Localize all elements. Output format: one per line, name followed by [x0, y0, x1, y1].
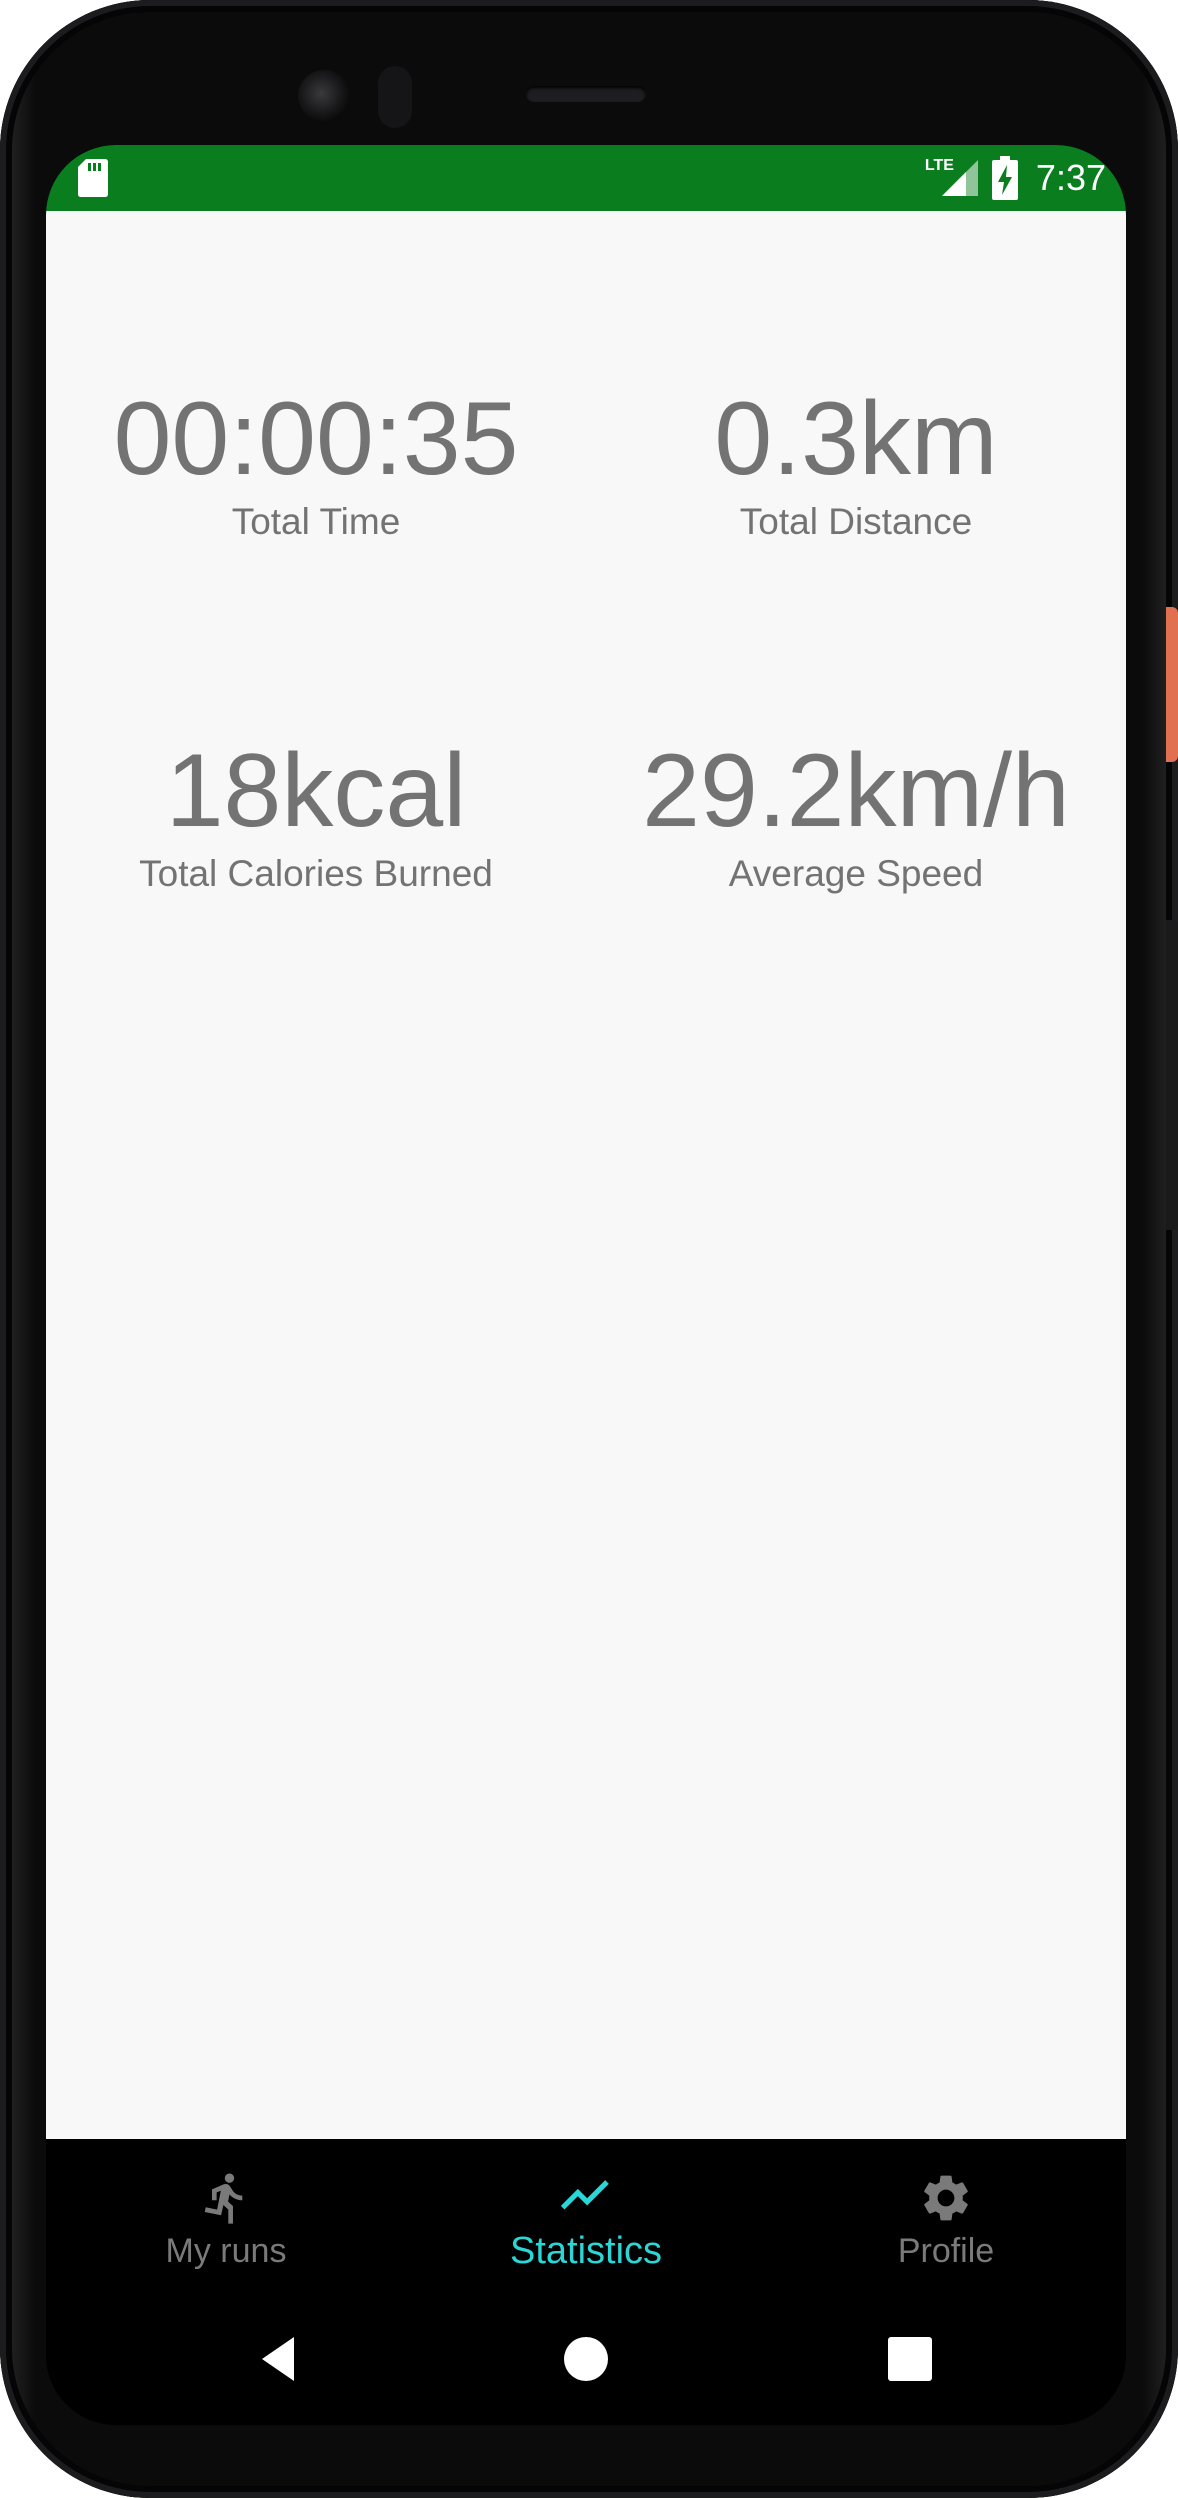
- screen: LTE 7:37 00:00:35 Total Time 0.3km Total…: [46, 145, 1126, 2425]
- running-person-icon: [204, 2172, 243, 2224]
- stat-total-calories: 18kcal Total Calories Burned: [46, 731, 586, 897]
- front-camera: [298, 70, 350, 122]
- gear-icon: [924, 2175, 968, 2220]
- stat-average-speed: 29.2km/h Average Speed: [586, 731, 1126, 897]
- home-icon[interactable]: [556, 2329, 616, 2389]
- stat-value: 0.3km: [714, 381, 998, 497]
- proximity-sensor: [378, 66, 412, 128]
- stat-label: Total Calories Burned: [139, 853, 493, 894]
- sd-card-icon: [78, 159, 108, 197]
- volume-button: [1166, 920, 1178, 1230]
- network-type: LTE: [924, 157, 954, 174]
- status-bar: LTE 7:37: [46, 145, 1126, 211]
- nav-label: Statistics: [509, 2229, 663, 2272]
- recent-apps-icon[interactable]: [880, 2329, 940, 2389]
- stat-label: Total Time: [231, 501, 401, 542]
- stat-total-time: 00:00:35 Total Time: [46, 379, 586, 545]
- stat-value: 18kcal: [165, 733, 467, 849]
- stat-value: 29.2km/h: [642, 733, 1070, 849]
- nav-statistics[interactable]: Statistics: [406, 2139, 766, 2301]
- phone-frame: LTE 7:37 00:00:35 Total Time 0.3km Total…: [0, 0, 1178, 2498]
- status-time: 7:37: [1035, 157, 1106, 198]
- back-icon[interactable]: [248, 2329, 308, 2389]
- nav-label: My runs: [165, 2231, 287, 2270]
- stat-label: Average Speed: [728, 853, 984, 894]
- stat-label: Total Distance: [739, 501, 973, 542]
- status-indicators: LTE 7:37: [925, 145, 1106, 211]
- nav-my-runs[interactable]: My runs: [46, 2139, 406, 2301]
- stat-total-distance: 0.3km Total Distance: [586, 379, 1126, 545]
- stat-value: 00:00:35: [113, 381, 519, 497]
- bottom-navigation: My runs Statistics Profile: [46, 2139, 1126, 2301]
- nav-profile[interactable]: Profile: [766, 2139, 1126, 2301]
- battery-charging-icon: [991, 156, 1018, 200]
- trending-up-icon: [560, 2179, 609, 2209]
- nav-label: Profile: [897, 2231, 995, 2270]
- statistics-content: 00:00:35 Total Time 0.3km Total Distance…: [46, 211, 1126, 2139]
- power-button: [1166, 607, 1178, 762]
- system-navigation-bar: [46, 2301, 1126, 2425]
- earpiece-speaker: [526, 86, 646, 102]
